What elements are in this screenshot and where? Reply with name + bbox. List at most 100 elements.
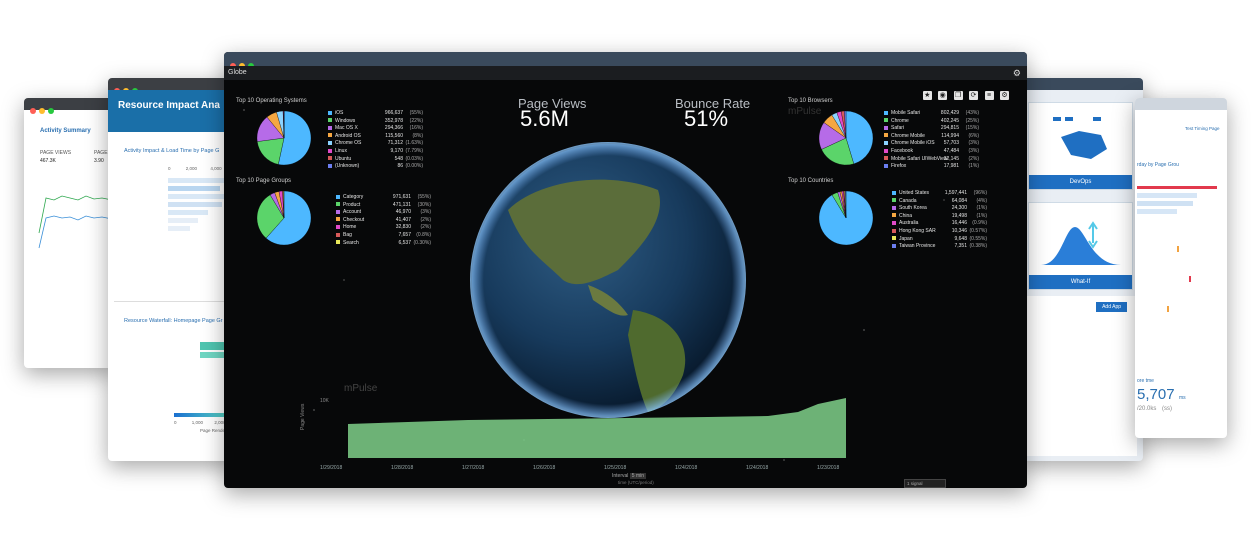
legend-row[interactable]: Category 971,631 (55%) [336, 194, 431, 202]
legend-swatch [892, 221, 896, 226]
settings-gear-icon[interactable]: ⚙ [1013, 66, 1021, 80]
resource-impact-header: Resource Impact Ana [108, 90, 238, 132]
legend-value: 41,407 [395, 216, 411, 223]
countries-pie-chart[interactable] [818, 190, 874, 246]
bar [1137, 201, 1193, 206]
legend-percent: (6%) [968, 132, 979, 139]
legend-name: Chrome Mobile iOS [891, 140, 935, 147]
legend-row[interactable]: Ubuntu 548 (0.03%) [328, 156, 423, 164]
legend-swatch [884, 163, 888, 168]
waterfall-chart-title: rday by Page Grou [1137, 162, 1179, 168]
star-icon[interactable]: ★ [922, 91, 932, 100]
legend-name: Windows [335, 117, 356, 124]
tab-globe[interactable]: Globe [228, 69, 247, 76]
legend-row[interactable]: Firefox 17,981 (1%) [884, 163, 979, 171]
tick: 2,000 [185, 166, 198, 171]
legend-swatch [336, 194, 340, 199]
legend-value: 966,637 [384, 110, 403, 116]
interval-label: Interval [612, 473, 629, 479]
legend-row[interactable]: Search 6,537 (0.30%) [336, 240, 431, 248]
legend-row[interactable]: Chrome OS 71,312 (1.63%) [328, 140, 423, 148]
page-groups-pie-chart[interactable] [256, 190, 312, 246]
legend-percent: (55%) [409, 110, 423, 116]
devops-card[interactable]: DevOps [1028, 102, 1133, 190]
os-pie-chart[interactable] [256, 110, 312, 166]
interval-control[interactable]: Interval 5 min [612, 473, 647, 479]
settings-icon[interactable]: ⚙ [1000, 91, 1009, 100]
legend-row[interactable]: Checkout 41,407 (2%) [336, 217, 431, 225]
signal-select[interactable]: 1 signal [904, 479, 946, 488]
interval-value[interactable]: 5 min [629, 473, 647, 479]
timeline-dates: 1/29/2018 1/28/2018 1/27/2018 1/26/2018 1/25… [320, 465, 940, 471]
legend-name: Home [343, 224, 357, 231]
timeline-date-label: 1/26/2018 [533, 465, 556, 471]
legend-name: Category [343, 194, 364, 200]
legend-row[interactable]: Chrome Mobile iOS 57,703 (3%) [884, 140, 979, 148]
window-titlebar [108, 78, 238, 94]
legend-swatch [892, 213, 896, 218]
legend-row[interactable]: Home 32,830 (2%) [336, 224, 431, 232]
countries-legend: United States 1,597,441 (96%) Canada 64,084 (… [892, 190, 987, 251]
page-views-value: 467.3K [40, 158, 56, 164]
legend-row[interactable]: South Korea 24,300 (1%) [892, 205, 987, 213]
test-timing-link[interactable]: Test Timing Page [1185, 126, 1220, 131]
add-app-button[interactable]: Add App [1096, 302, 1127, 312]
page-views-area-chart[interactable] [348, 398, 848, 458]
legend-row[interactable]: Facebook 47,484 (3%) [884, 148, 979, 156]
record-icon[interactable]: ◉ [938, 91, 948, 100]
legend-row[interactable]: Japan 9,648 (0.55%) [892, 236, 987, 244]
legend-name: Japan [899, 235, 913, 242]
legend-value: 64,084 [951, 197, 967, 204]
list-icon[interactable]: ≡ [984, 91, 994, 100]
legend-value: 6,537 [398, 239, 411, 246]
legend-row[interactable]: Mac OS X 294,366 (16%) [328, 125, 423, 133]
bar [168, 202, 222, 207]
legend-percent: (3%) [968, 140, 979, 147]
legend-row[interactable]: iOS 966,637 (55%) [328, 110, 423, 118]
kpi-number: 5,707 [1137, 386, 1175, 403]
window-titlebar [24, 98, 116, 114]
legend-row[interactable]: United States 1,597,441 (96%) [892, 190, 987, 198]
kpi-footer-label: ore tme [1137, 378, 1154, 384]
legend-row[interactable]: Mobile Safari 802,429 (43%) [884, 110, 979, 118]
earth-globe[interactable] [468, 140, 748, 420]
minimize-dot[interactable] [39, 108, 45, 114]
legend-percent: (0.9%) [972, 220, 987, 227]
browsers-pie-chart[interactable] [818, 110, 874, 166]
dashboard-toolbar: ★ ◉ ❐ ⟳ ≡ ⚙ [921, 84, 1009, 102]
copy-icon[interactable]: ❐ [953, 91, 963, 100]
legend-row[interactable]: Canada 64,084 (4%) [892, 198, 987, 206]
legend-value: 57,703 [943, 140, 959, 147]
legend-row[interactable]: Taiwan Province 7,351 (0.38%) [892, 243, 987, 251]
legend-row[interactable]: Linux 9,170 (7.79%) [328, 148, 423, 156]
what-if-card[interactable]: What-If [1028, 202, 1133, 290]
legend-percent: (0.38%) [969, 243, 987, 250]
legend-row[interactable]: Bag 7,657 (0.8%) [336, 232, 431, 240]
legend-row[interactable]: Hong Kong SAR 10,346 (0.57%) [892, 228, 987, 236]
maximize-dot[interactable] [48, 108, 54, 114]
kpi-sub: /20.0ks (ss) [1137, 406, 1172, 412]
refresh-icon[interactable]: ⟳ [969, 91, 979, 100]
legend-value: 19,498 [951, 212, 967, 219]
legend-name: United States [899, 190, 930, 196]
legend-row[interactable]: Account 46,970 (3%) [336, 209, 431, 217]
legend-percent: (0.30%) [413, 239, 431, 246]
legend-row[interactable]: Safari 294,815 (15%) [884, 125, 979, 133]
legend-row[interactable]: Mobile Safari UIWebView32,145 (2%) [884, 156, 979, 164]
legend-row[interactable]: Product 471,131 (30%) [336, 202, 431, 210]
legend-row[interactable]: Windows 352,978 (22%) [328, 118, 423, 126]
legend-name: Product [343, 201, 361, 208]
legend-row[interactable]: Chrome 402,245 (25%) [884, 118, 979, 126]
legend-name: Safari [891, 125, 905, 132]
legend-row[interactable]: Australia 16,446 (0.9%) [892, 220, 987, 228]
timeline-y-tick: 10K [320, 398, 329, 404]
legend-row[interactable]: (Unknown) 86 (0.00%) [328, 163, 423, 171]
kpi-sub-2: (ss) [1162, 406, 1173, 412]
chart1-bars [168, 178, 226, 231]
legend-row[interactable]: Android OS 115,560 (8%) [328, 133, 423, 141]
legend-row[interactable]: Chrome Mobile 114,994 (6%) [884, 133, 979, 141]
legend-row[interactable]: China 19,498 (1%) [892, 213, 987, 221]
legend-percent: (30%) [417, 201, 431, 208]
activity-summary-window: Activity Summary PAGE VIEWS 467.3K PAGE … [24, 98, 116, 368]
close-dot[interactable] [30, 108, 36, 114]
